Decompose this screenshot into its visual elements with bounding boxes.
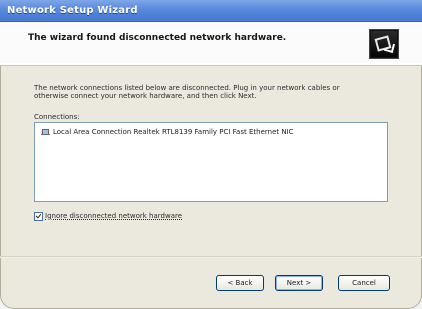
instruction-text: The network connections listed below are… bbox=[34, 84, 372, 100]
next-button[interactable]: Next > bbox=[275, 275, 323, 291]
title-bar[interactable]: Network Setup Wizard bbox=[0, 0, 422, 22]
footer-separator bbox=[0, 256, 422, 258]
instruction-line-1: The network connections listed below are… bbox=[34, 84, 340, 92]
connections-list[interactable]: Local Area Connection Realtek RTL8139 Fa… bbox=[34, 122, 388, 202]
network-setup-icon bbox=[370, 30, 398, 58]
connections-label: Connections: bbox=[34, 113, 80, 121]
ignore-disconnected-hardware-option[interactable]: Ignore disconnected network hardware bbox=[34, 210, 234, 222]
network-connection-icon bbox=[41, 129, 50, 136]
back-button[interactable]: < Back bbox=[216, 275, 264, 291]
cancel-button[interactable]: Cancel bbox=[338, 275, 390, 291]
wizard-header-text: The wizard found disconnected network ha… bbox=[28, 33, 287, 43]
ignore-disconnected-checkbox[interactable] bbox=[34, 212, 43, 221]
connection-label: Local Area Connection Realtek RTL8139 Fa… bbox=[53, 128, 294, 136]
window-title: Network Setup Wizard bbox=[7, 5, 138, 16]
network-setup-wizard-dialog: Network Setup Wizard The wizard found di… bbox=[0, 0, 422, 309]
ignore-disconnected-label: Ignore disconnected network hardware bbox=[45, 212, 183, 220]
wizard-header: The wizard found disconnected network ha… bbox=[0, 22, 422, 66]
instruction-line-2: otherwise connect your network hardware,… bbox=[34, 92, 257, 100]
